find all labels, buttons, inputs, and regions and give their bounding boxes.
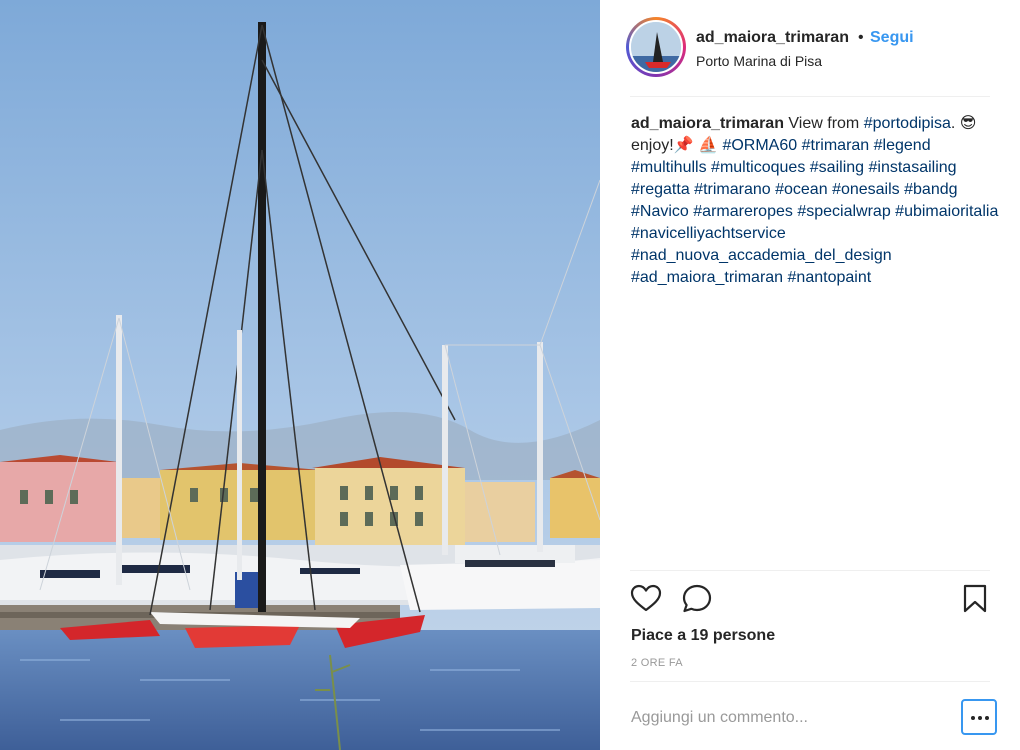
hashtag-link[interactable]: #sailing	[810, 159, 864, 176]
hashtag-link[interactable]: #instasailing	[869, 159, 957, 176]
hashtag-link[interactable]: #navicelliyachtservice	[631, 225, 786, 242]
bookmark-outline-icon[interactable]	[958, 582, 992, 616]
emoji: 📌	[673, 137, 694, 154]
likes-count[interactable]: Piace a 19 persone	[631, 627, 775, 645]
location-link[interactable]: Porto Marina di Pisa	[696, 53, 822, 69]
avatar[interactable]	[629, 20, 683, 74]
avatar-image	[631, 22, 681, 72]
speech-bubble-icon[interactable]	[680, 582, 714, 616]
avatar-story-ring[interactable]	[626, 17, 686, 77]
separator-dot: •	[858, 29, 864, 46]
hashtag-link[interactable]: #ad_maiora_trimaran	[631, 269, 783, 286]
post-side-panel: ad_maiora_trimaran • Segui Porto Marina …	[600, 0, 1020, 750]
post-header: ad_maiora_trimaran • Segui Porto Marina …	[600, 0, 1020, 96]
caption-text: .	[950, 115, 960, 132]
hashtag-link[interactable]: #ORMA60	[722, 137, 797, 154]
header-username[interactable]: ad_maiora_trimaran	[696, 29, 849, 47]
caption-text: enjoy!	[631, 137, 674, 154]
action-bar	[600, 582, 1020, 616]
hashtag-link[interactable]: #ocean	[775, 181, 828, 198]
hashtag-link[interactable]: #trimarano	[694, 181, 770, 198]
hashtag-link[interactable]: #multicoques	[711, 159, 805, 176]
caption-username[interactable]: ad_maiora_trimaran	[631, 115, 784, 132]
post-timestamp[interactable]: 2 ORE FA	[631, 657, 683, 669]
actions-divider	[630, 570, 990, 571]
hashtag-link[interactable]: #legend	[874, 137, 931, 154]
comment-input[interactable]	[631, 706, 951, 730]
heart-outline-icon[interactable]	[629, 582, 663, 616]
emoji: ⛵	[698, 137, 718, 154]
hashtag-link[interactable]: #portodipisa	[864, 115, 951, 132]
hashtag-link[interactable]: #ubimaioritalia	[895, 203, 998, 220]
caption: ad_maiora_trimaran View from #portodipis…	[631, 113, 1001, 289]
hashtag-link[interactable]: #multihulls	[631, 159, 707, 176]
post-photo[interactable]	[0, 0, 600, 750]
hashtag-link[interactable]: #Navico	[631, 203, 689, 220]
hashtag-link[interactable]: #trimaran	[802, 137, 870, 154]
header-divider	[630, 96, 990, 97]
hashtag-link[interactable]: #armareropes	[693, 203, 793, 220]
hashtag-link[interactable]: #specialwrap	[797, 203, 890, 220]
hashtag-link[interactable]: #nad_nuova_accademia_del_design	[631, 247, 892, 264]
follow-button[interactable]: Segui	[870, 29, 914, 47]
hashtag-link[interactable]: #regatta	[631, 181, 690, 198]
ellipsis-icon[interactable]	[961, 699, 997, 735]
emoji: 😎	[959, 115, 977, 132]
instagram-post: ad_maiora_trimaran • Segui Porto Marina …	[0, 0, 1020, 750]
hashtag-link[interactable]: #onesails	[832, 181, 900, 198]
marina-photo	[0, 0, 600, 750]
hashtag-link[interactable]: #bandg	[904, 181, 957, 198]
comment-divider	[630, 681, 990, 682]
caption-text: View from	[788, 115, 864, 132]
hashtag-link[interactable]: #nantopaint	[788, 269, 872, 286]
